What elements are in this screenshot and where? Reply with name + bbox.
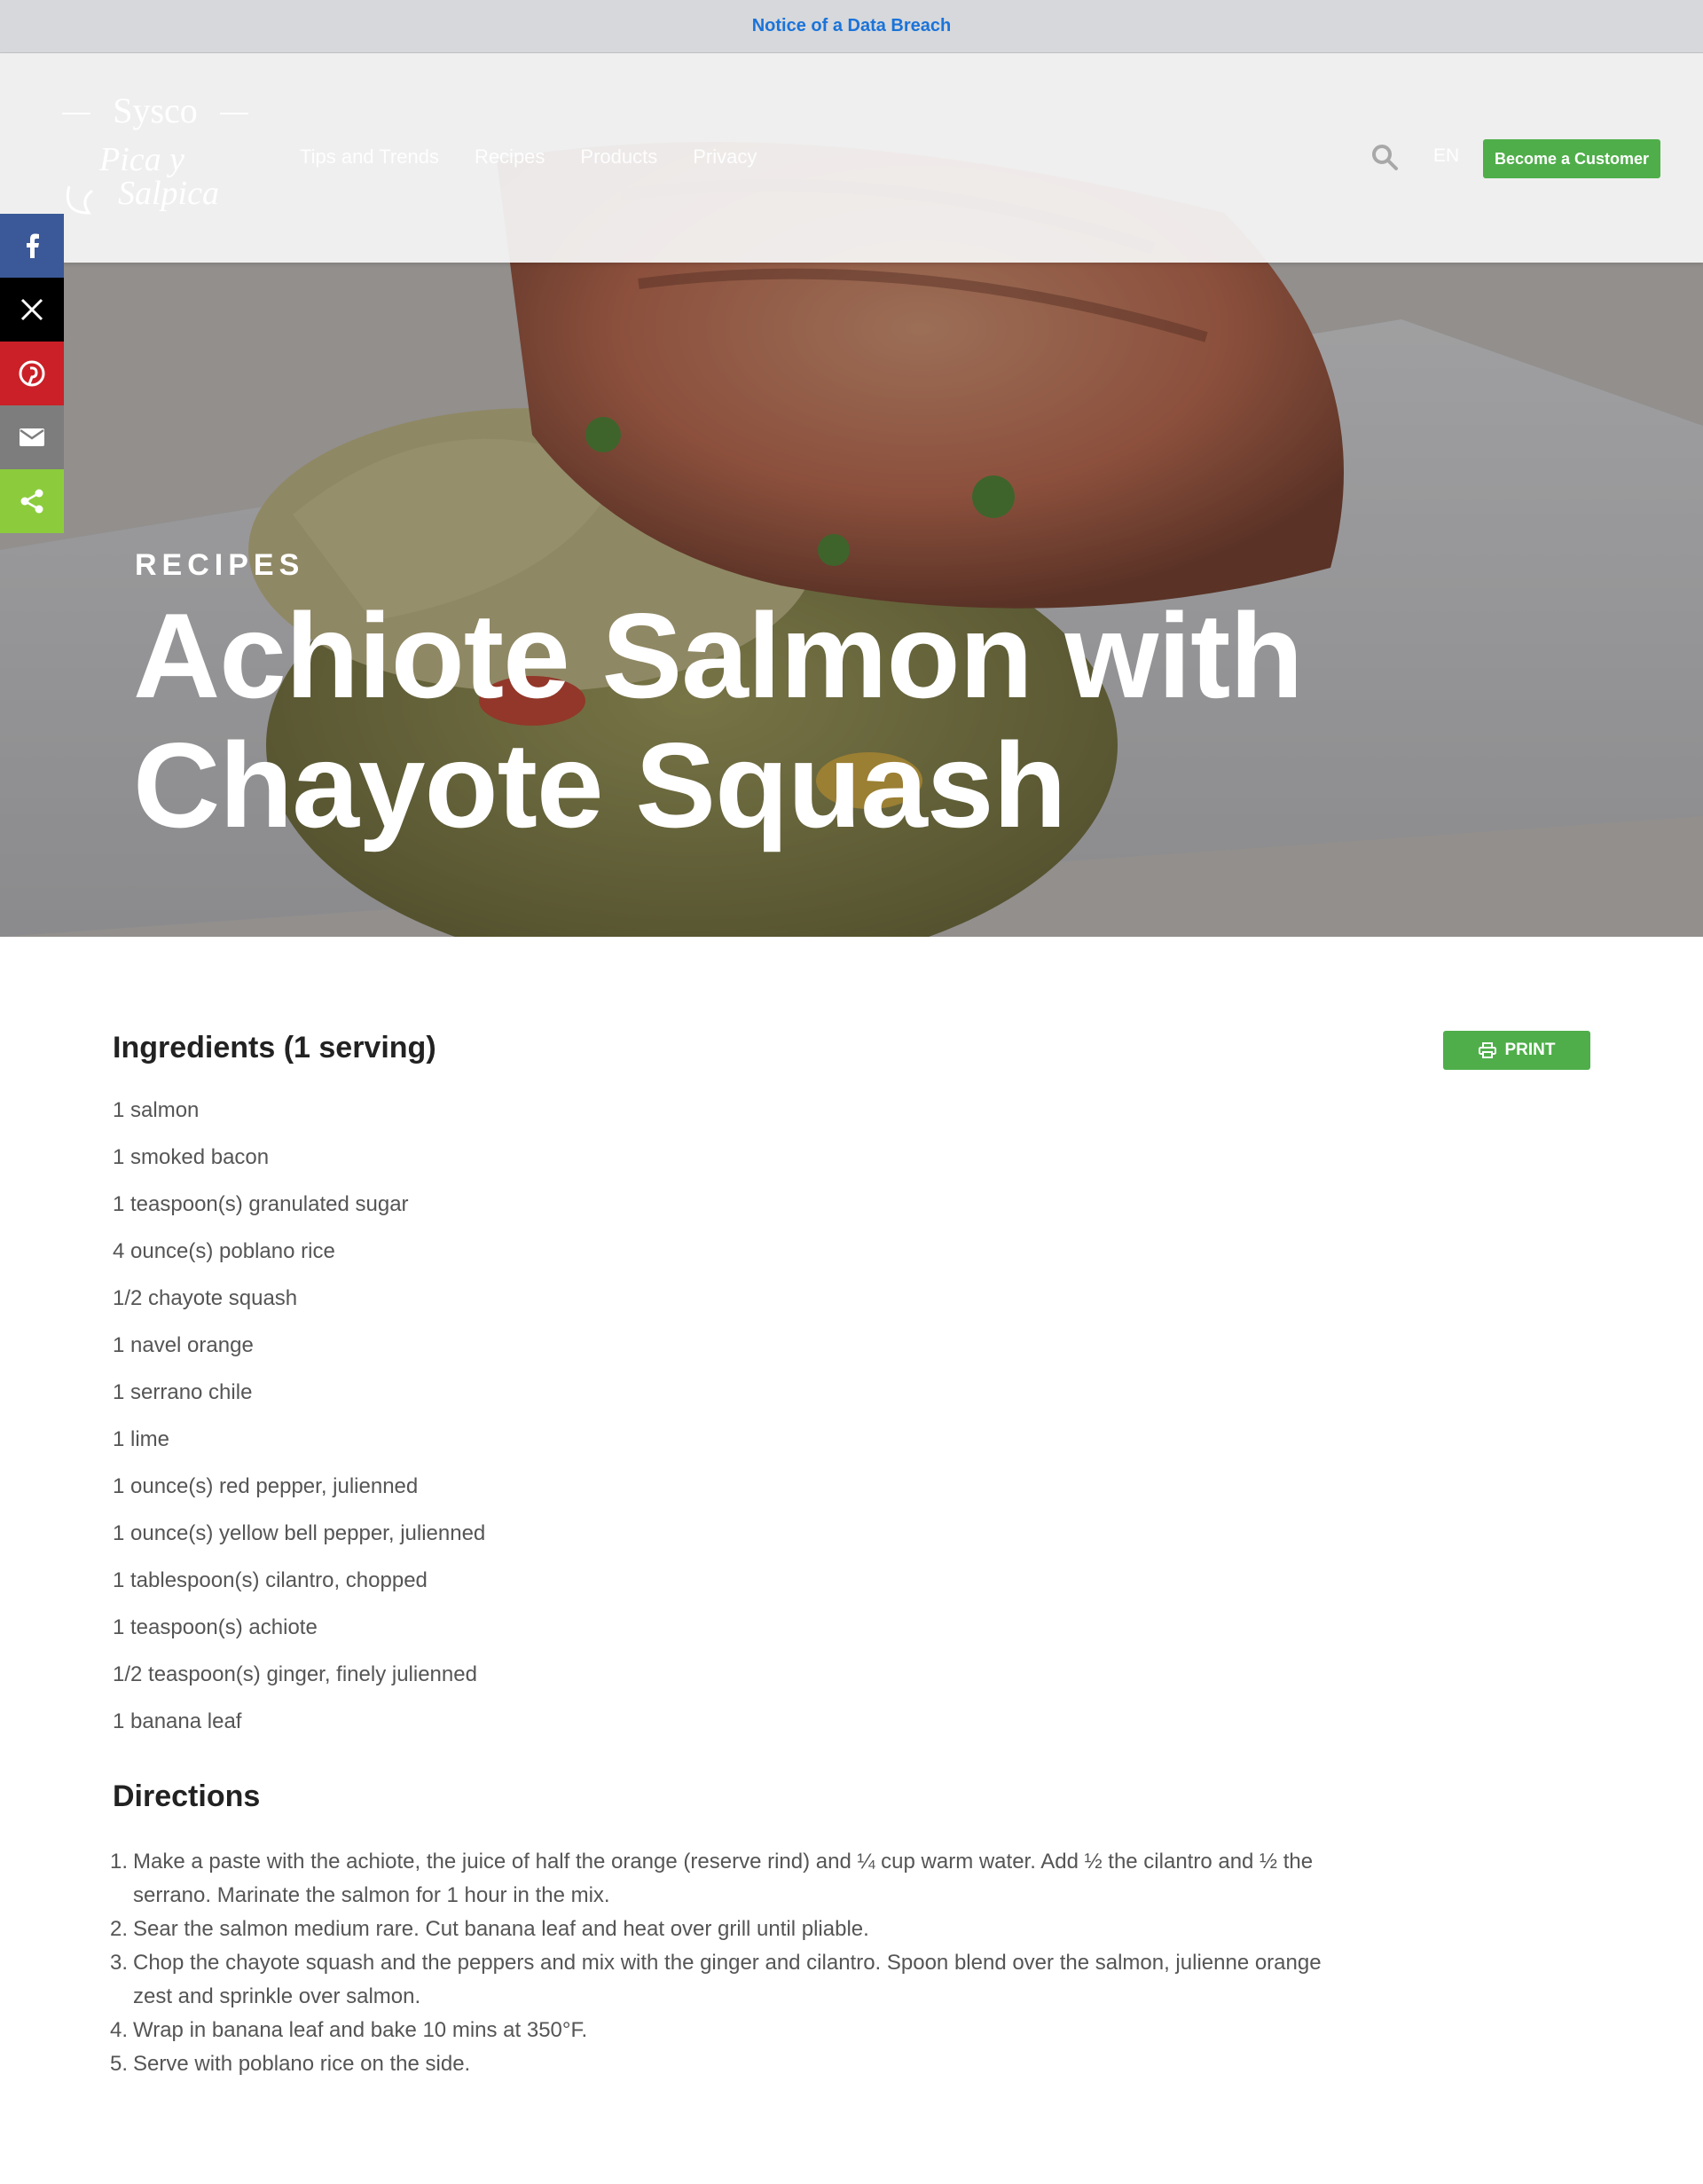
nav-recipes[interactable]: Recipes <box>475 145 545 169</box>
pica-y-salpica-logo[interactable]: Sysco Pica y Salpica <box>53 89 257 231</box>
list-item: 1 navel orange <box>113 1333 254 1357</box>
recipe-title: Achiote Salmon with Chayote Squash <box>133 588 1303 852</box>
list-item: 1 teaspoon(s) granulated sugar <box>113 1192 409 1216</box>
list-item: 1/2 chayote squash <box>113 1286 298 1310</box>
facebook-icon <box>27 233 39 258</box>
notice-bar: Notice of a Data Breach <box>0 0 1703 53</box>
list-item: 1 banana leaf <box>113 1709 242 1733</box>
pinterest-share-button[interactable] <box>0 342 64 405</box>
list-item: 1 teaspoon(s) achiote <box>113 1615 318 1639</box>
nav-privacy[interactable]: Privacy <box>693 145 757 169</box>
printer-icon <box>1478 1042 1496 1058</box>
direction-step: 4. Wrap in banana leaf and bake 10 mins a… <box>110 2018 588 2042</box>
svg-text:Salpica: Salpica <box>118 175 219 212</box>
hero-eyebrow: RECIPES <box>135 548 305 582</box>
site-header: Sysco Pica y Salpica Tips and Trends Rec… <box>0 53 1703 263</box>
list-item: 1 salmon <box>113 1098 200 1122</box>
become-customer-button[interactable]: Become a Customer <box>1483 139 1660 178</box>
x-share-button[interactable] <box>0 278 64 342</box>
search-icon[interactable] <box>1369 142 1400 172</box>
social-share-bar <box>0 214 64 533</box>
ingredients-list: 1 salmon 1 smoked bacon 1 teaspoon(s) gr… <box>113 1097 485 1756</box>
x-icon <box>20 298 43 321</box>
main-nav: Tips and Trends Recipes Products Privacy <box>300 145 757 169</box>
svg-text:Sysco: Sysco <box>113 90 198 130</box>
list-item: 1/2 teaspoon(s) ginger, finely julienned <box>113 1662 477 1686</box>
nav-products[interactable]: Products <box>580 145 657 169</box>
share-icon <box>20 489 43 514</box>
facebook-share-button[interactable] <box>0 214 64 278</box>
list-item: 4 ounce(s) poblano rice <box>113 1239 335 1263</box>
list-item: 1 smoked bacon <box>113 1145 270 1169</box>
list-item: 1 serrano chile <box>113 1380 253 1404</box>
email-icon <box>20 428 44 446</box>
language-selector[interactable]: EN <box>1433 145 1459 167</box>
pinterest-icon <box>19 360 45 387</box>
list-item: 1 tablespoon(s) cilantro, chopped <box>113 1568 428 1592</box>
direction-step: 3. Chop the chayote squash and the pepper… <box>110 1951 1322 2008</box>
email-share-button[interactable] <box>0 405 64 469</box>
direction-step: 1. Make a paste with the achiote, the jui… <box>110 1850 1314 1907</box>
directions-heading: Directions <box>113 1779 261 1813</box>
direction-step: 5. Serve with poblano rice on the side. <box>110 2052 471 2076</box>
list-item: 1 ounce(s) yellow bell pepper, julienned <box>113 1521 486 1545</box>
svg-text:Pica y: Pica y <box>98 141 184 178</box>
ingredients-heading: Ingredients (1 serving) <box>113 1031 436 1065</box>
nav-tips-and-trends[interactable]: Tips and Trends <box>300 145 439 169</box>
list-item: 1 lime <box>113 1427 170 1451</box>
share-more-button[interactable] <box>0 469 64 533</box>
list-item: 1 ounce(s) red pepper, julienned <box>113 1474 419 1498</box>
print-button[interactable]: PRINT <box>1443 1031 1590 1070</box>
print-label: PRINT <box>1504 1041 1556 1059</box>
directions-list: 1. Make a paste with the achiote, the jui… <box>110 1845 1352 2081</box>
data-breach-notice-link[interactable]: Notice of a Data Breach <box>752 16 952 36</box>
direction-step: 2. Sear the salmon medium rare. Cut banan… <box>110 1917 869 1941</box>
